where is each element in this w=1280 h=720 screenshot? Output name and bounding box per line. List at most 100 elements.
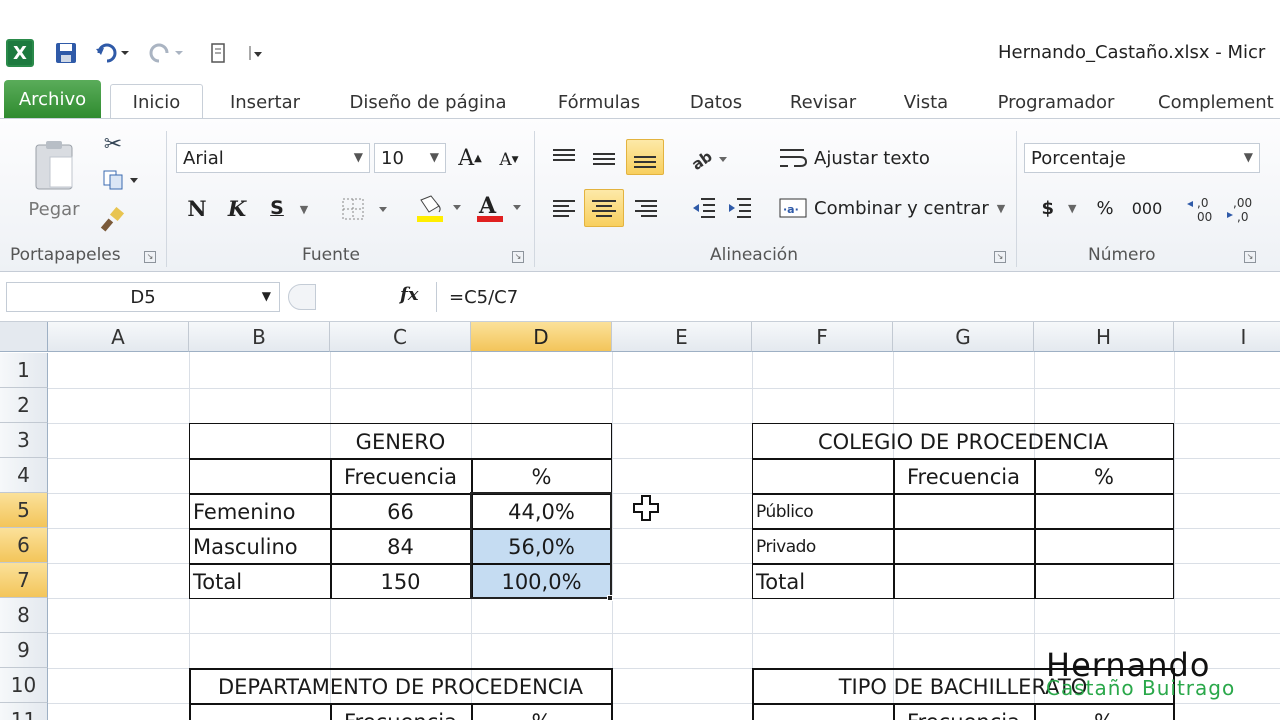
- genero-row-freq[interactable]: 150: [330, 564, 471, 599]
- tab-revisar[interactable]: Revisar: [782, 84, 864, 120]
- column-header-e[interactable]: E: [612, 322, 752, 352]
- cut-button[interactable]: ✂: [98, 129, 128, 159]
- genero-row-label[interactable]: Total: [189, 564, 330, 599]
- customize-qat-icon[interactable]: [246, 38, 266, 68]
- column-header-a[interactable]: A: [48, 322, 189, 352]
- align-middle-button[interactable]: [588, 143, 620, 175]
- redo-icon[interactable]: [146, 38, 186, 68]
- colegio-row-label[interactable]: Total: [752, 564, 893, 599]
- excel-logo-icon[interactable]: X: [6, 39, 34, 67]
- genero-row-label[interactable]: Masculino: [189, 529, 330, 564]
- align-top-button[interactable]: [548, 143, 580, 175]
- increase-indent-button[interactable]: [724, 191, 756, 225]
- colegio-row-label[interactable]: Público: [752, 494, 893, 529]
- font-name-dropdown[interactable]: Arial ▼: [176, 143, 370, 173]
- genero-row-freq[interactable]: 84: [330, 529, 471, 564]
- insert-function-icon[interactable]: fx: [400, 284, 418, 305]
- name-box[interactable]: D5 ▼: [6, 282, 280, 312]
- borders-button[interactable]: [338, 195, 394, 223]
- fill-handle[interactable]: [607, 595, 613, 601]
- row-header-7[interactable]: 7: [0, 563, 48, 598]
- genero-header-percent[interactable]: %: [471, 459, 612, 494]
- column-header-h[interactable]: H: [1034, 322, 1174, 352]
- column-header-c[interactable]: C: [330, 322, 471, 352]
- genero-header-frecuencia[interactable]: Frecuencia: [330, 459, 471, 494]
- colegio-header-frecuencia[interactable]: Frecuencia: [893, 459, 1034, 494]
- row-header-6[interactable]: 6: [0, 528, 48, 563]
- row-header-4[interactable]: 4: [0, 458, 48, 493]
- grow-font-button[interactable]: A ▲: [452, 143, 488, 173]
- dialog-launcher-icon[interactable]: ↘: [512, 251, 524, 263]
- row-header-11[interactable]: 11: [0, 703, 48, 720]
- bachillerato-header-percent[interactable]: %: [1034, 704, 1174, 720]
- departamento-header-percent[interactable]: %: [471, 704, 612, 720]
- row-header-3[interactable]: 3: [0, 423, 48, 458]
- fill-color-button[interactable]: [414, 193, 468, 225]
- column-header-i[interactable]: I: [1174, 322, 1280, 352]
- tab-vista[interactable]: Vista: [894, 84, 958, 120]
- copy-button[interactable]: [96, 165, 146, 195]
- align-bottom-button[interactable]: [626, 139, 664, 175]
- number-format-dropdown[interactable]: Porcentaje ▼: [1024, 143, 1260, 173]
- row-header-1[interactable]: 1: [0, 353, 48, 388]
- formula-splitter[interactable]: [288, 284, 316, 310]
- row-header-8[interactable]: 8: [0, 598, 48, 633]
- tab-inicio[interactable]: Inicio: [110, 84, 203, 120]
- column-header-f[interactable]: F: [752, 322, 893, 352]
- merge-center-button[interactable]: ·a· Combinar y centrar ▼: [778, 193, 1010, 223]
- thousands-separator-button[interactable]: 000: [1126, 193, 1168, 223]
- undo-icon[interactable]: [92, 38, 132, 68]
- genero-row-freq[interactable]: 66: [330, 494, 471, 529]
- select-all-button[interactable]: [0, 322, 48, 352]
- decrease-decimal-button[interactable]: ,00,0: [1224, 191, 1260, 225]
- shrink-font-button[interactable]: A ▼: [492, 145, 526, 175]
- font-size-dropdown[interactable]: 10 ▼: [374, 143, 446, 173]
- align-right-button[interactable]: [630, 191, 662, 225]
- underline-button[interactable]: S: [262, 193, 292, 223]
- formula-input[interactable]: =C5/C7: [436, 282, 1280, 312]
- wrap-text-button[interactable]: Ajustar texto: [778, 143, 934, 173]
- column-header-d[interactable]: D: [471, 322, 612, 352]
- colegio-header-percent[interactable]: %: [1034, 459, 1174, 494]
- tab-diseno-pagina[interactable]: Diseño de página: [340, 84, 516, 120]
- tab-archivo[interactable]: Archivo: [4, 80, 101, 118]
- print-preview-icon[interactable]: [206, 38, 230, 68]
- font-color-button[interactable]: A: [474, 193, 528, 225]
- paste-button[interactable]: Pegar: [22, 129, 86, 229]
- tab-formulas[interactable]: Fórmulas: [548, 84, 650, 120]
- column-header-b[interactable]: B: [189, 322, 330, 352]
- colegio-title[interactable]: COLEGIO DE PROCEDENCIA: [752, 424, 1174, 459]
- align-center-button[interactable]: [584, 189, 624, 227]
- departamento-header-frecuencia[interactable]: Frecuencia: [330, 704, 471, 720]
- italic-button[interactable]: K: [222, 193, 252, 223]
- dialog-launcher-icon[interactable]: ↘: [144, 251, 156, 263]
- save-icon[interactable]: [52, 38, 80, 68]
- column-header-g[interactable]: G: [893, 322, 1034, 352]
- svg-text:,00: ,00: [1233, 196, 1252, 210]
- percent-button[interactable]: %: [1090, 193, 1120, 223]
- formula-bar: D5 ▼ fx =C5/C7: [0, 272, 1280, 322]
- format-painter-button[interactable]: [98, 205, 128, 235]
- row-header-2[interactable]: 2: [0, 388, 48, 423]
- row-header-5[interactable]: 5: [0, 493, 48, 528]
- colegio-row-label[interactable]: Privado: [752, 529, 893, 564]
- dialog-launcher-icon[interactable]: ↘: [1244, 251, 1256, 263]
- orientation-button[interactable]: ab: [688, 143, 732, 175]
- tab-datos[interactable]: Datos: [680, 84, 752, 120]
- departamento-title[interactable]: DEPARTAMENTO DE PROCEDENCIA: [189, 669, 612, 704]
- row-header-10[interactable]: 10: [0, 668, 48, 703]
- tab-programador[interactable]: Programador: [990, 84, 1122, 120]
- tab-insertar[interactable]: Insertar: [222, 84, 308, 120]
- align-left-button[interactable]: [548, 191, 580, 225]
- increase-decimal-button[interactable]: ,0 00: [1184, 191, 1220, 225]
- dialog-launcher-icon[interactable]: ↘: [994, 251, 1006, 263]
- chevron-down-icon[interactable]: ▼: [296, 199, 312, 219]
- currency-button[interactable]: $ ▼: [1030, 193, 1088, 223]
- tab-complementos[interactable]: Complement: [1158, 84, 1280, 120]
- bold-button[interactable]: N: [182, 193, 212, 223]
- genero-row-label[interactable]: Femenino: [189, 494, 330, 529]
- bachillerato-header-frecuencia[interactable]: Frecuencia: [893, 704, 1034, 720]
- decrease-indent-button[interactable]: [688, 191, 720, 225]
- genero-title[interactable]: GENERO: [189, 424, 612, 459]
- row-header-9[interactable]: 9: [0, 633, 48, 668]
